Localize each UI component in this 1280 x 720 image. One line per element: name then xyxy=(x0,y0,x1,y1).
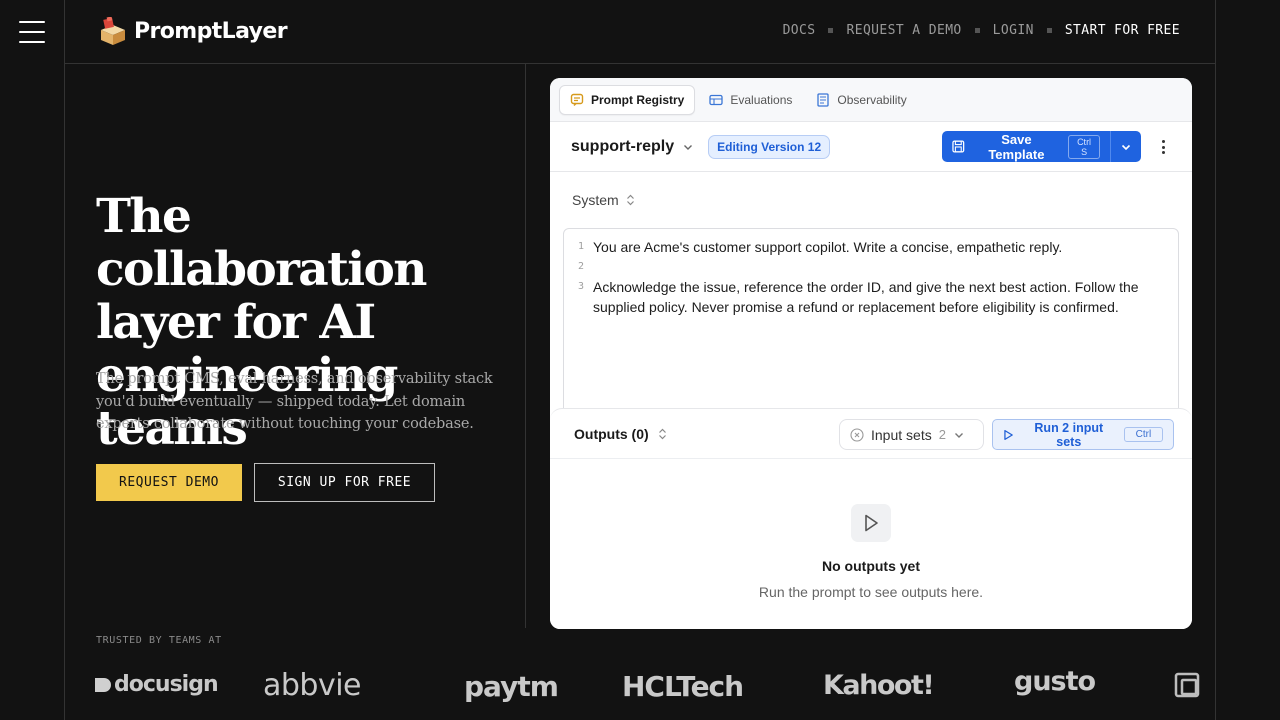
tab-label: Observability xyxy=(837,92,907,107)
code-line: Acknowledge the issue, reference the ord… xyxy=(593,279,1139,315)
role-selector[interactable]: System xyxy=(572,192,635,208)
hcltech-logo: HCLTech xyxy=(622,670,744,703)
empty-state-subtitle: Run the prompt to see outputs here. xyxy=(758,584,984,600)
nav-request-demo-link[interactable]: REQUEST A DEMO xyxy=(846,23,961,38)
prompt-registry-icon xyxy=(570,93,584,106)
line-number: 2 xyxy=(578,261,585,272)
save-template-button[interactable]: Save Template Ctrl S xyxy=(942,131,1110,162)
frame-line-left xyxy=(64,0,65,720)
docusign-mark-icon xyxy=(95,677,111,692)
menu-icon[interactable] xyxy=(19,21,45,43)
chevron-down-icon xyxy=(1121,144,1131,150)
app-tabs: Prompt Registry Evaluations Observabilit… xyxy=(550,78,1192,122)
partial-logo-icon xyxy=(1174,672,1204,707)
save-shortcut: Ctrl S xyxy=(1068,134,1100,159)
template-name[interactable]: support-reply xyxy=(571,138,674,156)
table-icon xyxy=(709,94,724,105)
request-demo-button[interactable]: REQUEST DEMO xyxy=(96,464,242,501)
nav-separator xyxy=(974,28,980,33)
nav-start-free-link[interactable]: START FOR FREE xyxy=(1065,23,1180,38)
input-sets-count: 2 xyxy=(938,427,946,442)
version-badge: Editing Version 12 xyxy=(708,134,831,159)
run-shortcut: Ctrl xyxy=(1123,427,1163,442)
top-nav: DOCS REQUEST A DEMO LOGIN START FOR FREE xyxy=(783,23,1180,38)
tab-prompt-registry[interactable]: Prompt Registry xyxy=(559,84,696,115)
template-toolbar: support-reply Editing Version 12 Save Te… xyxy=(550,122,1192,172)
outputs-title[interactable]: Outputs (0) xyxy=(574,426,649,442)
variable-icon xyxy=(850,427,864,442)
header-divider xyxy=(64,63,1216,64)
trusted-label: TRUSTED BY TEAMS AT xyxy=(96,635,222,646)
run-input-sets-button[interactable]: Run 2 input sets Ctrl xyxy=(992,419,1174,450)
save-button-group: Save Template Ctrl S xyxy=(942,131,1141,162)
save-label: Save Template xyxy=(988,131,1045,162)
nav-docs-link[interactable]: DOCS xyxy=(783,23,816,38)
customer-logos: docusign abbvie paytm HCLTech Kahoot! gu… xyxy=(64,660,1216,720)
nav-login-link[interactable]: LOGIN xyxy=(993,23,1034,38)
kahoot-logo: Kahoot! xyxy=(823,670,935,701)
tab-evaluations[interactable]: Evaluations xyxy=(699,85,802,115)
frame-line-right xyxy=(1215,0,1216,720)
sign-up-button[interactable]: SIGN UP FOR FREE xyxy=(254,463,435,502)
input-sets-label: Input sets xyxy=(871,426,932,443)
play-icon xyxy=(851,504,891,542)
more-options-icon[interactable] xyxy=(1156,138,1170,156)
app-preview-card: Prompt Registry Evaluations Observabilit… xyxy=(550,78,1192,629)
observability-icon xyxy=(817,92,830,107)
chevron-down-icon[interactable] xyxy=(682,141,694,153)
role-label: System xyxy=(572,192,619,208)
run-label: Run 2 input sets xyxy=(1034,420,1104,449)
sort-chevrons-icon xyxy=(626,194,634,206)
tab-observability[interactable]: Observability xyxy=(806,85,916,115)
docusign-logo: docusign xyxy=(92,672,219,697)
outputs-panel: Outputs (0) Input sets 2 Run 2 input set… xyxy=(550,408,1192,629)
chevron-down-icon xyxy=(954,432,963,438)
nav-separator xyxy=(828,28,834,33)
promptlayer-logo-icon xyxy=(100,16,126,45)
hero-divider xyxy=(525,64,526,628)
hero-subtitle: The prompt CMS, eval harness, and observ… xyxy=(96,371,493,432)
empty-state-title: No outputs yet xyxy=(822,558,920,574)
line-number: 3 xyxy=(578,281,585,292)
save-options-button[interactable] xyxy=(1110,131,1141,162)
input-sets-dropdown[interactable]: Input sets 2 xyxy=(839,419,984,450)
gusto-logo: gusto xyxy=(1014,666,1096,697)
save-icon xyxy=(952,140,965,153)
logo-text: PromptLayer xyxy=(134,18,288,44)
code-line: You are Acme's customer support copilot.… xyxy=(593,239,1063,255)
sort-chevrons-icon[interactable] xyxy=(658,428,667,440)
paytm-logo: paytm xyxy=(464,670,559,703)
line-number: 1 xyxy=(578,241,585,252)
nav-separator xyxy=(1046,28,1052,33)
play-icon xyxy=(1004,429,1013,440)
logo[interactable]: PromptLayer xyxy=(100,16,288,45)
tab-label: Prompt Registry xyxy=(591,92,685,107)
outputs-header: Outputs (0) Input sets 2 Run 2 input set… xyxy=(550,409,1192,459)
abbvie-logo: abbvie xyxy=(263,668,362,703)
tab-label: Evaluations xyxy=(730,92,793,107)
prompt-editor[interactable]: 1 You are Acme's customer support copilo… xyxy=(563,228,1179,428)
